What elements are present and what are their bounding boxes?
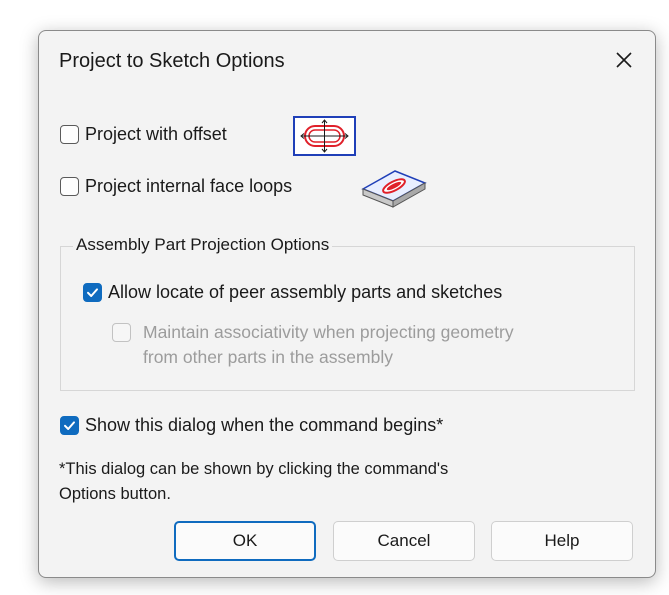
show-dialog-label: Show this dialog when the command begins… bbox=[85, 415, 444, 435]
close-button[interactable] bbox=[593, 31, 655, 89]
internal-face-loop-icon bbox=[361, 170, 427, 208]
project-internal-loops-label: Project internal face loops bbox=[85, 176, 293, 196]
ok-button[interactable]: OK bbox=[174, 521, 316, 561]
assembly-group-title: Assembly Part Projection Options bbox=[73, 235, 333, 255]
maintain-associativity-label: Maintain associativity when projecting g… bbox=[143, 320, 514, 370]
help-button[interactable]: Help bbox=[491, 521, 633, 561]
dialog-title: Project to Sketch Options bbox=[59, 50, 285, 72]
maintain-associativity-checkbox[interactable] bbox=[112, 323, 131, 342]
show-dialog-checkbox[interactable] bbox=[60, 416, 79, 435]
note-line2: Options button. bbox=[59, 485, 171, 503]
options-note: *This dialog can be shown by clicking th… bbox=[59, 457, 579, 507]
project-with-offset-label: Project with offset bbox=[85, 124, 227, 144]
allow-locate-row: Allow locate of peer assembly parts and … bbox=[83, 282, 502, 303]
project-internal-loops-checkbox[interactable] bbox=[60, 177, 79, 196]
note-line1: *This dialog can be shown by clicking th… bbox=[59, 460, 449, 478]
maintain-associativity-label-line2: from other parts in the assembly bbox=[143, 347, 393, 367]
project-with-offset-checkbox[interactable] bbox=[60, 125, 79, 144]
show-dialog-row: Show this dialog when the command begins… bbox=[60, 415, 443, 436]
checkmark-icon bbox=[64, 421, 75, 430]
offset-sketch-icon bbox=[293, 116, 356, 156]
project-with-offset-row: Project with offset bbox=[60, 124, 227, 145]
close-icon bbox=[616, 52, 632, 68]
allow-locate-checkbox[interactable] bbox=[83, 283, 102, 302]
project-internal-loops-row: Project internal face loops bbox=[60, 176, 292, 197]
maintain-associativity-label-line1: Maintain associativity when projecting g… bbox=[143, 322, 514, 342]
title-bar: Project to Sketch Options bbox=[39, 31, 655, 93]
cancel-button[interactable]: Cancel bbox=[333, 521, 475, 561]
allow-locate-label: Allow locate of peer assembly parts and … bbox=[108, 282, 503, 302]
project-to-sketch-options-dialog: Project to Sketch Options Project with o… bbox=[38, 30, 656, 578]
checkmark-icon bbox=[87, 288, 98, 297]
